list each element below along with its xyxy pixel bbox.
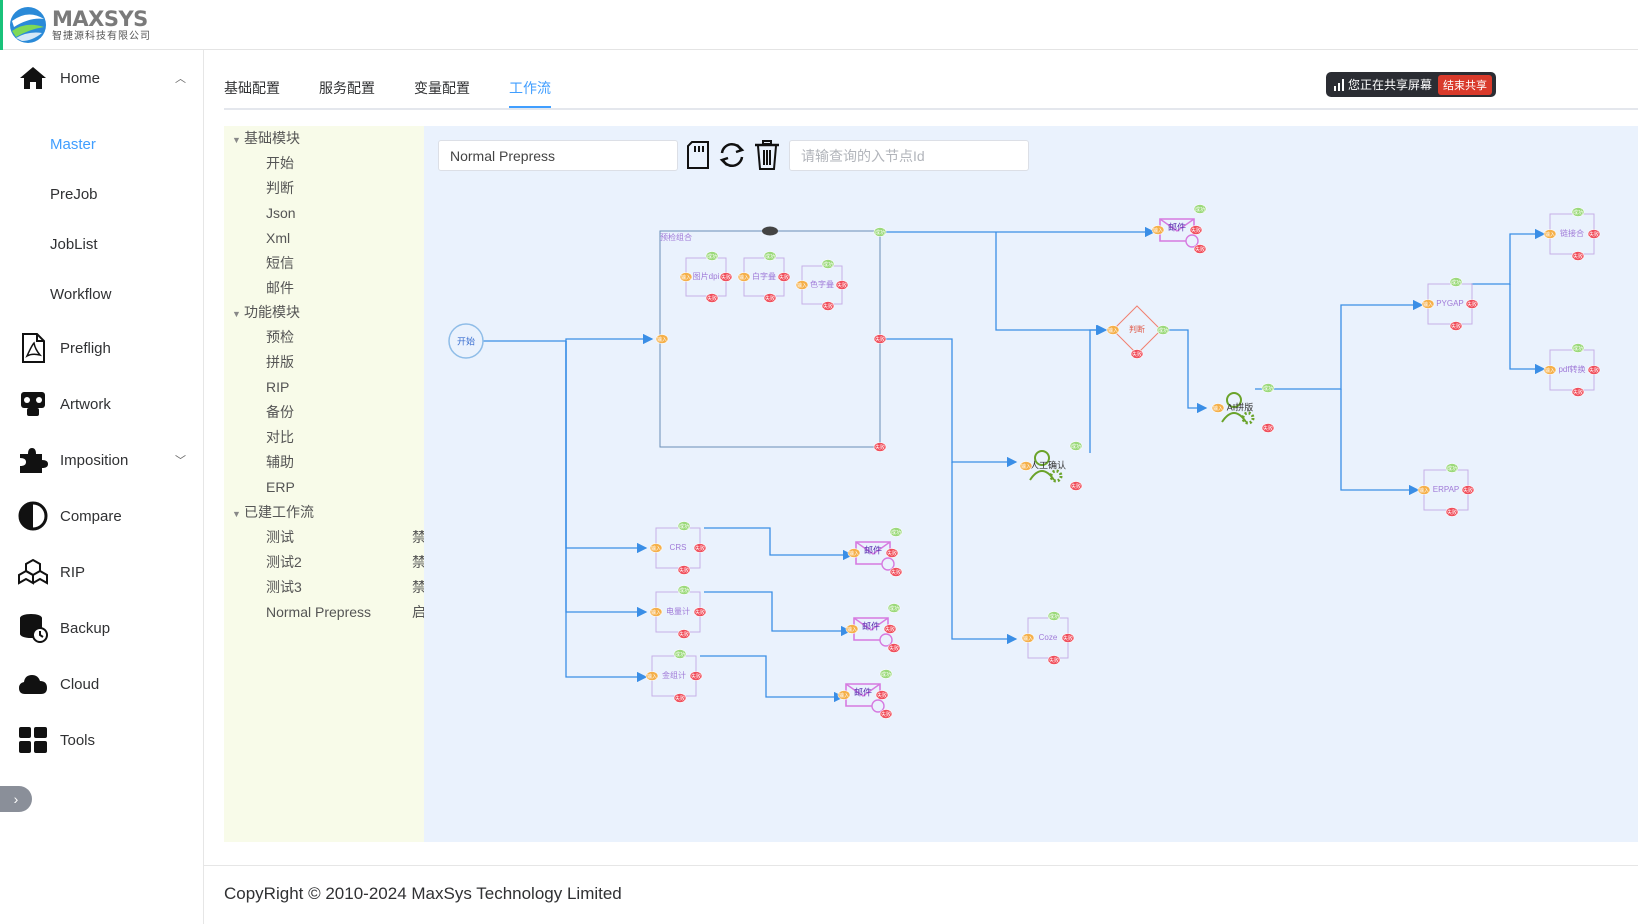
signal-bars-icon	[1334, 78, 1344, 91]
sidebar-subitem-label: Workflow	[50, 285, 112, 303]
tab-variable-config[interactable]: 变量配置	[414, 78, 470, 108]
tree-item-compare[interactable]: 对比	[266, 425, 294, 449]
workflow-name-input[interactable]	[438, 140, 678, 171]
sidebar-subitem-label: Master	[50, 135, 96, 153]
sidebar-item-home[interactable]: Home ︿	[0, 58, 204, 98]
sidebar-collapse-button[interactable]: ›	[0, 786, 32, 812]
tree-item-judge[interactable]: 判断	[266, 176, 294, 200]
tree-group-built[interactable]: ▼ 已建工作流	[232, 500, 314, 524]
cloud-icon	[18, 670, 48, 698]
workflow-name: 测试2	[266, 554, 302, 570]
footer-divider	[204, 865, 1638, 866]
caret-down-icon: ▼	[232, 309, 241, 319]
database-restore-icon	[18, 614, 48, 643]
chevron-up-icon: ︿	[175, 73, 186, 85]
tree-item-start[interactable]: 开始	[266, 151, 294, 175]
tree-group-function[interactable]: ▼ 功能模块	[232, 300, 300, 324]
brand-subtitle: 智捷源科技有限公司	[52, 30, 151, 42]
brand-logo[interactable]: MAXSYS 智捷源科技有限公司	[8, 4, 151, 46]
sidebar-subitem-prejob[interactable]: PreJob	[0, 176, 204, 212]
cubes-icon	[18, 558, 48, 586]
sidebar-item-cloud[interactable]: Cloud	[0, 664, 204, 704]
tab-basic-config[interactable]: 基础配置	[224, 78, 280, 108]
tree-item-impose[interactable]: 拼版	[266, 350, 294, 374]
config-tabs: 基础配置 服务配置 变量配置 工作流	[224, 78, 590, 108]
tab-service-config[interactable]: 服务配置	[319, 78, 375, 108]
tree-group-basic[interactable]: ▼ 基础模块	[232, 126, 300, 150]
tree-item-workflow[interactable]: 测试禁用	[266, 525, 440, 549]
sidebar: Home ︿ Master PreJob JobList Workflow Pr…	[0, 50, 204, 924]
sidebar-item-label: Imposition	[60, 451, 129, 469]
sidebar-item-label: Tools	[60, 731, 96, 749]
sidebar-item-tools[interactable]: Tools	[0, 720, 204, 760]
caret-down-icon: ▼	[232, 135, 241, 145]
sidebar-item-label: RIP	[60, 563, 86, 581]
sidebar-subitem-workflow[interactable]: Workflow	[0, 276, 204, 312]
tab-workflow[interactable]: 工作流	[509, 78, 551, 108]
tree-item-rip[interactable]: RIP	[266, 375, 289, 399]
chevron-down-icon: ﹀	[175, 455, 186, 467]
sidebar-item-label: Compare	[60, 507, 122, 525]
sidebar-item-label: Artwork	[60, 395, 111, 413]
tree-group-label: 基础模块	[244, 130, 300, 146]
artwork-icon	[18, 390, 48, 418]
sidebar-item-backup[interactable]: Backup	[0, 608, 204, 648]
caret-down-icon: ▼	[232, 509, 241, 519]
sidebar-item-label: Prefligh	[60, 339, 111, 357]
sidebar-item-artwork[interactable]: Artwork	[0, 384, 204, 424]
workflow-name: 测试3	[266, 579, 302, 595]
home-icon	[18, 64, 48, 92]
sidebar-item-label: Backup	[60, 619, 111, 637]
tree-item-backup[interactable]: 备份	[266, 400, 294, 424]
sidebar-item-label: Cloud	[60, 675, 100, 693]
tree-item-xml[interactable]: Xml	[266, 226, 290, 250]
pdf-file-icon	[18, 333, 48, 363]
accent-bar-top	[0, 0, 3, 50]
tree-item-mail[interactable]: 邮件	[266, 276, 294, 300]
stop-sharing-button[interactable]: 结束共享	[1438, 74, 1493, 95]
tree-item-sms[interactable]: 短信	[266, 251, 294, 275]
tree-item-assist[interactable]: 辅助	[266, 450, 294, 474]
maxsys-logo-icon	[10, 7, 46, 43]
tree-item-json[interactable]: Json	[266, 201, 296, 225]
sidebar-subitem-master[interactable]: Master	[0, 126, 204, 162]
tree-item-workflow[interactable]: Normal Prepress启用	[266, 600, 440, 624]
brand-name: MAXSYS	[52, 6, 148, 31]
trash-icon[interactable]	[752, 139, 782, 171]
sidebar-subitem-label: JobList	[50, 235, 98, 253]
tree-group-label: 已建工作流	[244, 504, 314, 520]
grid-icon	[18, 726, 48, 754]
refresh-icon[interactable]	[717, 139, 747, 171]
sidebar-subitem-joblist[interactable]: JobList	[0, 226, 204, 262]
workflow-name: 测试	[266, 529, 294, 545]
sidebar-item-imposition[interactable]: Imposition ﹀	[0, 440, 204, 480]
sidebar-item-label: Home	[60, 69, 101, 87]
sidebar-item-preflight[interactable]: Prefligh	[0, 328, 204, 368]
half-circle-icon	[18, 501, 48, 531]
tree-item-workflow[interactable]: 测试2禁用	[266, 550, 440, 574]
tree-item-preflight[interactable]: 预检	[266, 325, 294, 349]
share-status-text: 您正在共享屏幕	[1348, 78, 1433, 92]
tree-group-label: 功能模块	[244, 304, 300, 320]
workflow-canvas[interactable]	[424, 126, 1638, 842]
module-tree: ▼ 基础模块 开始 判断 Json Xml 短信 邮件 ▼ 功能模块 预检 拼版 R…	[224, 126, 440, 842]
screen-share-banner: 您正在共享屏幕 结束共享	[1326, 72, 1496, 97]
sidebar-subitem-label: PreJob	[50, 185, 98, 203]
sidebar-item-rip[interactable]: RIP	[0, 552, 204, 592]
top-bar: MAXSYS 智捷源科技有限公司	[0, 0, 1638, 50]
copyright-footer: CopyRight © 2010-2024 MaxSys Technology …	[224, 884, 622, 903]
node-id-search-input[interactable]	[789, 140, 1029, 171]
sidebar-item-compare[interactable]: Compare	[0, 496, 204, 536]
tree-item-workflow[interactable]: 测试3禁用	[266, 575, 440, 599]
tree-item-erp[interactable]: ERP	[266, 475, 295, 499]
puzzle-icon	[18, 446, 48, 474]
sd-card-save-icon[interactable]	[683, 139, 713, 171]
tab-divider	[224, 108, 1638, 110]
workflow-name: Normal Prepress	[266, 604, 372, 620]
